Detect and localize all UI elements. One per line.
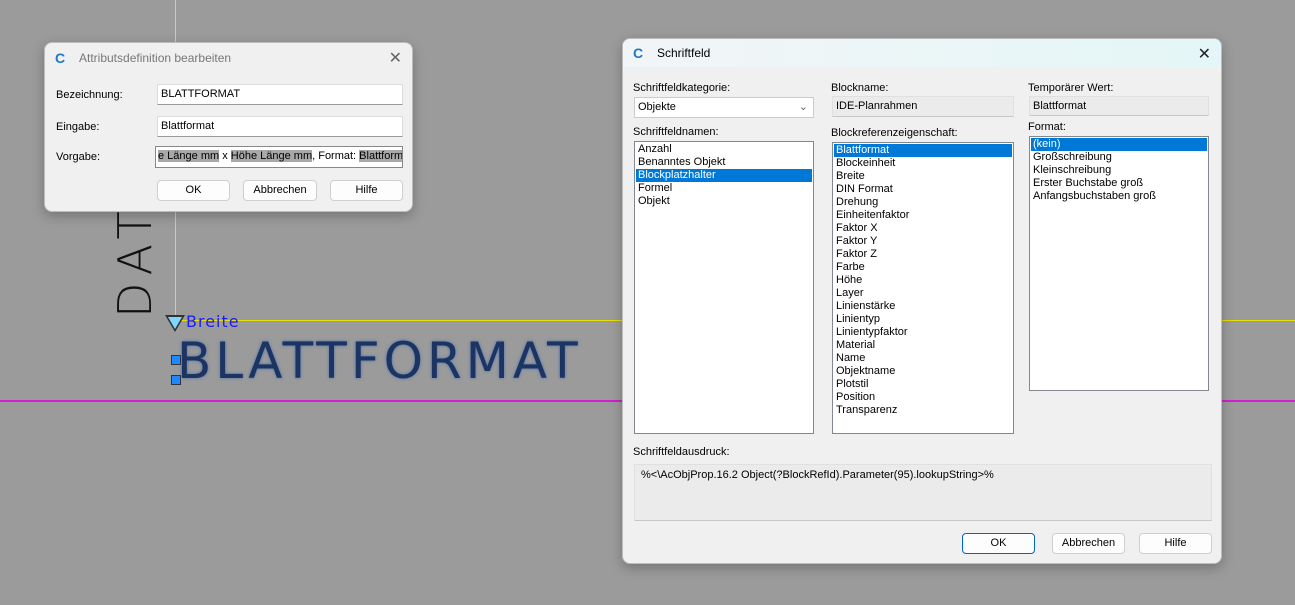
list-item[interactable]: Plotstil <box>834 378 1012 391</box>
label-bezeichnung: Bezeichnung: <box>56 89 123 101</box>
label-eingabe: Eingabe: <box>56 121 100 133</box>
props-list[interactable]: Blattformat Blockeinheit Breite DIN Format D… <box>832 142 1014 434</box>
field-placeholder: Höhe Länge mm <box>230 150 313 162</box>
list-item[interactable]: (kein) <box>1031 138 1207 151</box>
list-item[interactable]: Linientyp <box>834 313 1012 326</box>
title-bar: C Attributsdefinition bearbeiten ✕ <box>45 43 412 73</box>
chevron-down-icon: ⌄ <box>798 101 808 113</box>
list-item[interactable]: Blockeinheit <box>834 157 1012 170</box>
list-item[interactable]: Kleinschreibung <box>1031 164 1207 177</box>
list-item[interactable]: Objektname <box>834 365 1012 378</box>
list-item[interactable]: Layer <box>834 287 1012 300</box>
category-value: Objekte <box>638 101 676 113</box>
title-bar: C Schriftfeld ✕ <box>623 39 1221 67</box>
temp-value-field: Blattformat <box>1029 96 1209 116</box>
list-item[interactable]: Blockplatzhalter <box>636 169 812 182</box>
ok-button[interactable]: OK <box>962 533 1035 554</box>
list-item[interactable]: DIN Format <box>834 183 1012 196</box>
list-item[interactable]: Großschreibung <box>1031 151 1207 164</box>
list-item[interactable]: Transparenz <box>834 404 1012 417</box>
app-logo-icon: C <box>55 50 66 66</box>
format-list[interactable]: (kein) Großschreibung Kleinschreibung Erste… <box>1029 136 1209 391</box>
blockname-label: Blockname: <box>831 82 889 94</box>
grip-handle[interactable] <box>171 375 181 385</box>
list-item[interactable]: Drehung <box>834 196 1012 209</box>
eingabe-input[interactable]: Blattformat <box>157 116 403 137</box>
list-item[interactable]: Breite <box>834 170 1012 183</box>
dialog-title: Attributsdefinition bearbeiten <box>79 51 232 65</box>
app-logo-icon: C <box>633 45 644 61</box>
close-icon[interactable]: ✕ <box>1198 44 1211 64</box>
field-placeholder: Blattformat <box>359 150 402 162</box>
lookup-grip-fill <box>168 317 182 329</box>
list-item[interactable]: Blattformat <box>834 144 1012 157</box>
field-placeholder: e Länge mm <box>158 150 220 162</box>
list-item[interactable]: Anfangsbuchstaben groß <box>1031 190 1207 203</box>
help-button[interactable]: Hilfe <box>330 180 403 201</box>
cancel-button[interactable]: Abbrechen <box>1052 533 1125 554</box>
blockname-field: IDE-Planrahmen <box>832 96 1014 117</box>
names-label: Schriftfeldnamen: <box>633 126 719 138</box>
category-label: Schriftfeldkategorie: <box>633 82 731 94</box>
list-item[interactable]: Anzahl <box>636 143 812 156</box>
label-vorgabe: Vorgabe: <box>56 151 101 163</box>
dialog-title: Schriftfeld <box>657 46 711 60</box>
vorgabe-input[interactable]: e Länge mm x Höhe Länge mm, Format: Blat… <box>155 146 403 168</box>
close-icon[interactable]: ✕ <box>389 48 402 68</box>
list-item[interactable]: Farbe <box>834 261 1012 274</box>
cancel-button[interactable]: Abbrechen <box>243 180 317 201</box>
names-list[interactable]: Anzahl Benanntes Objekt Blockplatzhalter Fo… <box>634 141 814 434</box>
list-item[interactable]: Höhe <box>834 274 1012 287</box>
list-item[interactable]: Benanntes Objekt <box>636 156 812 169</box>
list-item[interactable]: Name <box>834 352 1012 365</box>
list-item[interactable]: Objekt <box>636 195 812 208</box>
list-item[interactable]: Material <box>834 339 1012 352</box>
grip-handle[interactable] <box>171 355 181 365</box>
list-item[interactable]: Erster Buchstabe groß <box>1031 177 1207 190</box>
list-item[interactable]: Position <box>834 391 1012 404</box>
format-label: Format: <box>1028 121 1066 133</box>
ok-button[interactable]: OK <box>157 180 230 201</box>
expression-field[interactable]: %<\AcObjProp.16.2 Object(?BlockRefId).Pa… <box>634 464 1212 521</box>
vorgabe-text: , Format: <box>312 150 360 162</box>
category-select[interactable]: Objekte ⌄ <box>634 97 814 118</box>
attribute-text[interactable]: BLATTFORMAT <box>177 332 582 390</box>
parameter-label: Breite <box>186 312 240 331</box>
props-label: Blockreferenzeigenschaft: <box>831 127 958 139</box>
expr-label: Schriftfeldausdruck: <box>633 446 730 458</box>
field-dialog: C Schriftfeld ✕ Schriftfeldkategorie: Ob… <box>622 38 1222 564</box>
vorgabe-text: x <box>219 150 231 162</box>
help-button[interactable]: Hilfe <box>1139 533 1212 554</box>
temp-label: Temporärer Wert: <box>1028 82 1114 94</box>
list-item[interactable]: Faktor Y <box>834 235 1012 248</box>
list-item[interactable]: Faktor Z <box>834 248 1012 261</box>
list-item[interactable]: Einheitenfaktor <box>834 209 1012 222</box>
attribute-definition-dialog: C Attributsdefinition bearbeiten ✕ Bezei… <box>44 42 413 212</box>
list-item[interactable]: Linientypfaktor <box>834 326 1012 339</box>
list-item[interactable]: Formel <box>636 182 812 195</box>
rotated-drawing-text: DAT <box>108 203 162 318</box>
list-item[interactable]: Faktor X <box>834 222 1012 235</box>
bezeichnung-input[interactable]: BLATTFORMAT <box>157 84 403 105</box>
list-item[interactable]: Linienstärke <box>834 300 1012 313</box>
